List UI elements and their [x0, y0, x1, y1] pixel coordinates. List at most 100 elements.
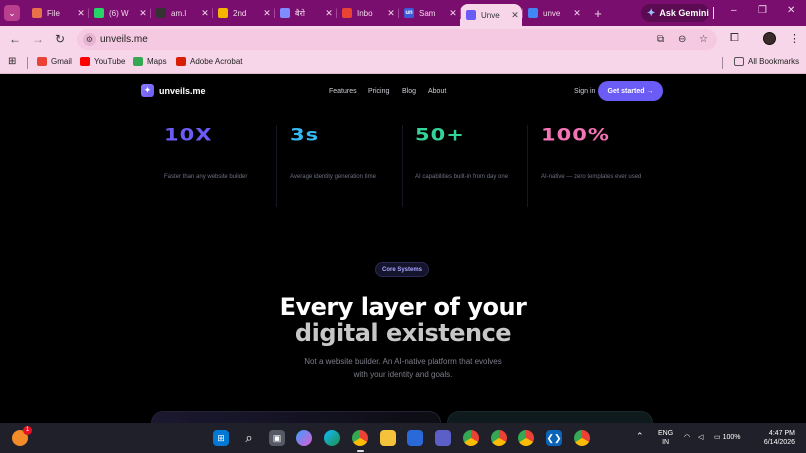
- forward-button[interactable]: →: [32, 32, 44, 46]
- clock[interactable]: 4:47 PM 6/14/2026: [757, 429, 795, 447]
- tab-title: बैरो: [295, 8, 305, 18]
- unveils-icon: [466, 10, 476, 20]
- vscode-icon[interactable]: ❮❯: [546, 430, 562, 446]
- time-label: 4:47 PM: [768, 430, 795, 437]
- tab-search-icon[interactable]: ⌄: [4, 5, 20, 21]
- notification-icon[interactable]: 1: [12, 426, 32, 446]
- reload-button[interactable]: ↻: [55, 32, 65, 46]
- profile-avatar[interactable]: [763, 32, 776, 45]
- battery-label: 100%: [722, 434, 741, 441]
- logo-text: unveils.me: [159, 85, 206, 96]
- tray-chevron-icon[interactable]: ⌃: [636, 432, 644, 441]
- apps-grid-icon[interactable]: ⊞: [8, 56, 16, 67]
- nav-features[interactable]: Features: [329, 88, 357, 95]
- divider: [722, 57, 723, 69]
- maps-icon: [133, 57, 143, 66]
- divider: [402, 125, 403, 207]
- copilot-icon[interactable]: [296, 430, 312, 446]
- browser-tab[interactable]: am.l ✕: [150, 3, 212, 23]
- close-tab-icon[interactable]: ✕: [74, 8, 88, 19]
- all-bookmarks-button[interactable]: All Bookmarks: [734, 57, 799, 66]
- browser-tab[interactable]: unve ✕: [522, 3, 584, 23]
- tab-title: am.l: [171, 8, 187, 18]
- ask-gemini-button[interactable]: ✦ Ask Gemini: [641, 4, 709, 22]
- edge-icon[interactable]: [324, 430, 340, 446]
- active-indicator: [357, 450, 364, 452]
- github-icon: [156, 8, 166, 18]
- site-info-icon[interactable]: ⚙: [83, 33, 96, 46]
- region-label: IN: [662, 439, 670, 446]
- chrome-profile-icon[interactable]: [518, 430, 534, 446]
- figma-icon: [32, 8, 42, 18]
- close-tab-icon[interactable]: ✕: [136, 8, 150, 19]
- close-tab-icon[interactable]: ✕: [508, 10, 522, 21]
- minimize-button[interactable]: –: [731, 5, 737, 16]
- bookmark-gmail[interactable]: Gmail: [37, 57, 72, 66]
- bookmark-maps[interactable]: Maps: [133, 57, 167, 66]
- battery-icon: ▭: [714, 434, 721, 441]
- google-icon: [528, 8, 538, 18]
- nav-about[interactable]: About: [428, 88, 446, 95]
- teams-icon[interactable]: [435, 430, 451, 446]
- date-label: 6/14/2026: [763, 439, 795, 446]
- wifi-icon[interactable]: ◠: [684, 433, 690, 442]
- browser-tab[interactable]: 2nd ✕: [212, 3, 274, 23]
- stat-caption: AI-native — zero templates ever used: [541, 174, 642, 180]
- chrome-profile-icon[interactable]: [491, 430, 507, 446]
- bookmark-youtube[interactable]: YouTube: [80, 57, 125, 66]
- stat-value: 100%: [541, 125, 610, 145]
- new-tab-button[interactable]: +: [590, 5, 606, 21]
- un-icon: un: [404, 8, 414, 18]
- close-tab-icon[interactable]: ✕: [322, 8, 336, 19]
- nav-pricing[interactable]: Pricing: [368, 88, 389, 95]
- stat-value: 10X: [164, 125, 213, 145]
- web-page: ✦ unveils.me Features Pricing Blog About…: [0, 75, 806, 423]
- chrome-icon[interactable]: [352, 430, 368, 446]
- tab-list: File ✕ (6) W ✕ am.l ✕ 2nd ✕ बैरो ✕ Inbo ✕ un Sam ✕ Unve…: [26, 0, 584, 26]
- chrome-profile-icon[interactable]: [463, 430, 479, 446]
- store-icon[interactable]: [407, 430, 423, 446]
- maximize-button[interactable]: ❐: [758, 5, 767, 16]
- task-view-icon[interactable]: ▣: [269, 430, 285, 446]
- search-icon[interactable]: ⌕: [241, 430, 257, 446]
- divider: [527, 125, 528, 207]
- close-tab-icon[interactable]: ✕: [260, 8, 274, 19]
- sign-in-link[interactable]: Sign in: [574, 88, 595, 95]
- zoom-icon[interactable]: ⊖: [678, 34, 686, 45]
- menu-icon[interactable]: ⋮: [789, 32, 800, 45]
- browser-tab[interactable]: un Sam ✕: [398, 3, 460, 23]
- tab-title: 2nd: [233, 8, 247, 18]
- close-window-button[interactable]: ✕: [787, 5, 795, 16]
- battery-status[interactable]: ▭ 100%: [714, 433, 740, 442]
- close-tab-icon[interactable]: ✕: [384, 8, 398, 19]
- language-indicator[interactable]: ENG IN: [658, 429, 673, 447]
- headline-line-1: Every layer of your: [279, 293, 527, 321]
- site-logo[interactable]: ✦ unveils.me: [141, 84, 206, 97]
- screen: ⌄ File ✕ (6) W ✕ am.l ✕ 2nd ✕ बैरो ✕ Inbo ✕ un Sam ✕ Un…: [0, 0, 806, 453]
- address-bar[interactable]: ⚙ unveils.me ⧉ ⊖ ☆: [77, 29, 717, 50]
- browser-tab[interactable]: (6) W ✕: [88, 3, 150, 23]
- windows-start-icon[interactable]: ⊞: [213, 430, 229, 446]
- extensions-icon[interactable]: ⧠: [730, 32, 739, 45]
- file-explorer-icon[interactable]: [380, 430, 396, 446]
- browser-tab[interactable]: Inbo ✕: [336, 3, 398, 23]
- browser-tab[interactable]: बैरो ✕: [274, 3, 336, 23]
- nav-blog[interactable]: Blog: [402, 88, 416, 95]
- bookmark-star-icon[interactable]: ☆: [699, 34, 708, 45]
- back-button[interactable]: ←: [9, 32, 21, 46]
- close-tab-icon[interactable]: ✕: [570, 8, 584, 19]
- get-started-button[interactable]: Get started →: [598, 81, 663, 101]
- close-tab-icon[interactable]: ✕: [198, 8, 212, 19]
- close-tab-icon[interactable]: ✕: [446, 8, 460, 19]
- bookmark-adobe-acrobat[interactable]: Adobe Acrobat: [176, 57, 242, 66]
- stat-caption: AI capabilities built-in from day one: [415, 174, 509, 180]
- chrome-profile-icon[interactable]: [574, 430, 590, 446]
- volume-icon[interactable]: ◁: [698, 433, 703, 442]
- browser-tab[interactable]: Unve ✕: [460, 4, 522, 26]
- tab-title: File: [47, 8, 60, 18]
- install-app-icon[interactable]: ⧉: [657, 34, 664, 45]
- logo-icon: ✦: [141, 84, 154, 97]
- tab-title: Inbo: [357, 8, 373, 18]
- tab-title: Unve: [481, 10, 500, 20]
- browser-tab[interactable]: File ✕: [26, 3, 88, 23]
